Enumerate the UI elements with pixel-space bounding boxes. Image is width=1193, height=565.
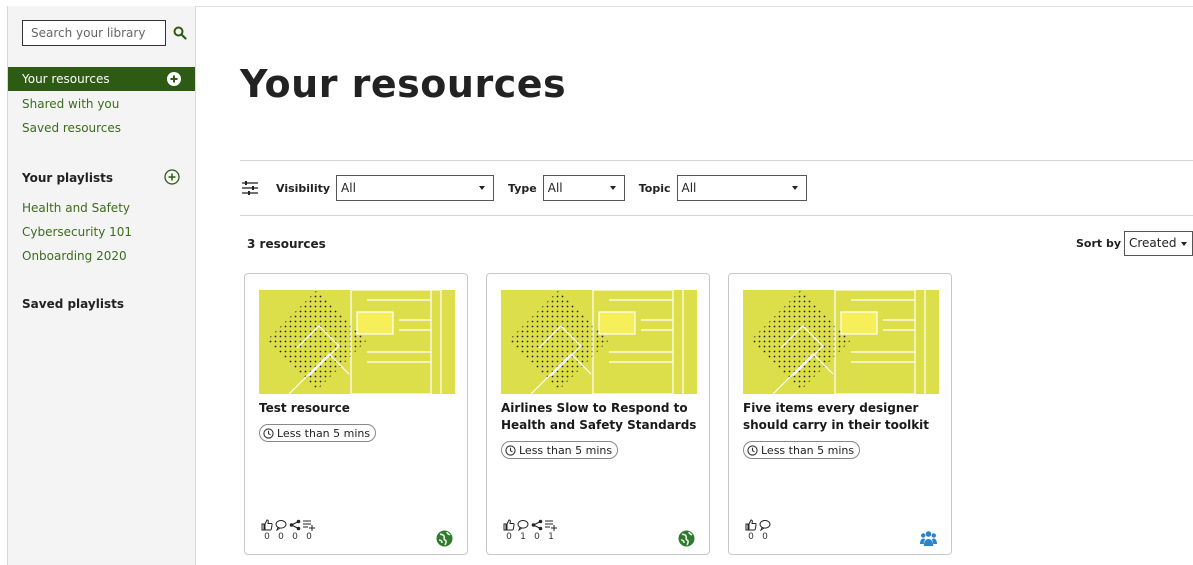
- comment-icon: [275, 520, 287, 531]
- filter-sliders-icon[interactable]: [242, 181, 258, 195]
- filter-bar: Visibility All Type All Topic All: [240, 175, 821, 201]
- saved-playlists-heading: Saved playlists: [22, 297, 124, 311]
- resource-thumbnail: [743, 290, 939, 394]
- thumbs-up-icon: [745, 519, 757, 531]
- chevron-down-icon: [1181, 242, 1187, 246]
- thumbs-up-icon: [261, 519, 273, 531]
- search-input[interactable]: [22, 20, 166, 46]
- resource-card[interactable]: Five items every designer should carry i…: [728, 273, 952, 555]
- visibility-select[interactable]: All: [336, 175, 495, 201]
- playlist-item-health-and-safety[interactable]: Health and Safety: [22, 201, 130, 215]
- thumbs-up-icon: [503, 519, 515, 531]
- add-playlist-icon[interactable]: [164, 169, 180, 185]
- comments-stat[interactable]: 1: [516, 519, 530, 543]
- playlist-item-cybersecurity-101[interactable]: Cybersecurity 101: [22, 225, 132, 239]
- clock-icon: [263, 427, 274, 439]
- playlists-stat[interactable]: 0: [302, 519, 316, 543]
- comments-stat[interactable]: 0: [758, 519, 772, 543]
- visibility-label: Visibility: [276, 181, 331, 195]
- sort-select[interactable]: Created: [1124, 231, 1193, 256]
- resource-title[interactable]: Five items every designer should carry i…: [743, 400, 943, 434]
- sidebar-item-label: Your resources: [22, 72, 110, 86]
- top-divider: [196, 6, 1193, 7]
- sidebar-item-shared-with-you[interactable]: Shared with you: [22, 97, 119, 111]
- comment-icon: [759, 520, 771, 531]
- likes-stat[interactable]: 0: [744, 519, 758, 543]
- filters-bottom-divider: [240, 215, 1193, 216]
- resource-stats: 0 0 0 0: [260, 519, 316, 543]
- likes-stat[interactable]: 0: [260, 519, 274, 543]
- duration-badge: Less than 5 mins: [501, 441, 619, 459]
- share-icon: [289, 519, 301, 531]
- duration-badge: Less than 5 mins: [259, 424, 377, 442]
- resource-card[interactable]: Airlines Slow to Respond to Health and S…: [486, 273, 710, 555]
- clock-icon: [505, 444, 516, 456]
- add-to-playlist-icon: [545, 520, 557, 531]
- resource-count: 3 resources: [247, 237, 326, 251]
- topic-select[interactable]: All: [676, 175, 807, 201]
- add-to-playlist-icon: [303, 520, 315, 531]
- resource-thumbnail: [259, 290, 455, 394]
- type-select[interactable]: All: [542, 175, 625, 201]
- shares-stat[interactable]: 0: [288, 519, 302, 543]
- resource-title[interactable]: Test resource: [259, 400, 459, 417]
- resource-title[interactable]: Airlines Slow to Respond to Health and S…: [501, 400, 701, 434]
- add-resource-icon[interactable]: [167, 72, 181, 86]
- shares-stat[interactable]: 0: [530, 519, 544, 543]
- chevron-down-icon: [791, 186, 798, 190]
- sidebar: Your resources Shared with you Saved res…: [7, 6, 196, 565]
- clock-icon: [747, 444, 758, 456]
- sidebar-item-saved-resources[interactable]: Saved resources: [22, 121, 121, 135]
- duration-badge: Less than 5 mins: [743, 441, 861, 459]
- chevron-down-icon: [479, 186, 486, 190]
- resource-card[interactable]: Test resource Less than 5 mins 0 0 0 0: [244, 273, 468, 555]
- filters-top-divider: [240, 160, 1193, 161]
- likes-stat[interactable]: 0: [502, 519, 516, 543]
- page-title: Your resources: [240, 62, 567, 106]
- playlists-heading: Your playlists: [22, 171, 113, 185]
- globe-icon: [436, 530, 453, 547]
- resource-stats: 0 0: [744, 519, 772, 543]
- share-icon: [531, 519, 543, 531]
- people-icon: [920, 531, 937, 546]
- chevron-down-icon: [609, 186, 616, 190]
- comments-stat[interactable]: 0: [274, 519, 288, 543]
- globe-icon: [678, 530, 695, 547]
- resource-stats: 0 1 0 1: [502, 519, 558, 543]
- sort-label: Sort by: [1076, 237, 1122, 250]
- search-bar: [22, 20, 187, 46]
- resource-thumbnail: [501, 290, 697, 394]
- comment-icon: [517, 520, 529, 531]
- playlists-stat[interactable]: 1: [544, 519, 558, 543]
- type-label: Type: [508, 181, 537, 195]
- playlist-item-onboarding-2020[interactable]: Onboarding 2020: [22, 249, 127, 263]
- topic-label: Topic: [638, 181, 671, 195]
- sidebar-item-your-resources[interactable]: Your resources: [8, 67, 195, 91]
- search-icon[interactable]: [173, 26, 187, 40]
